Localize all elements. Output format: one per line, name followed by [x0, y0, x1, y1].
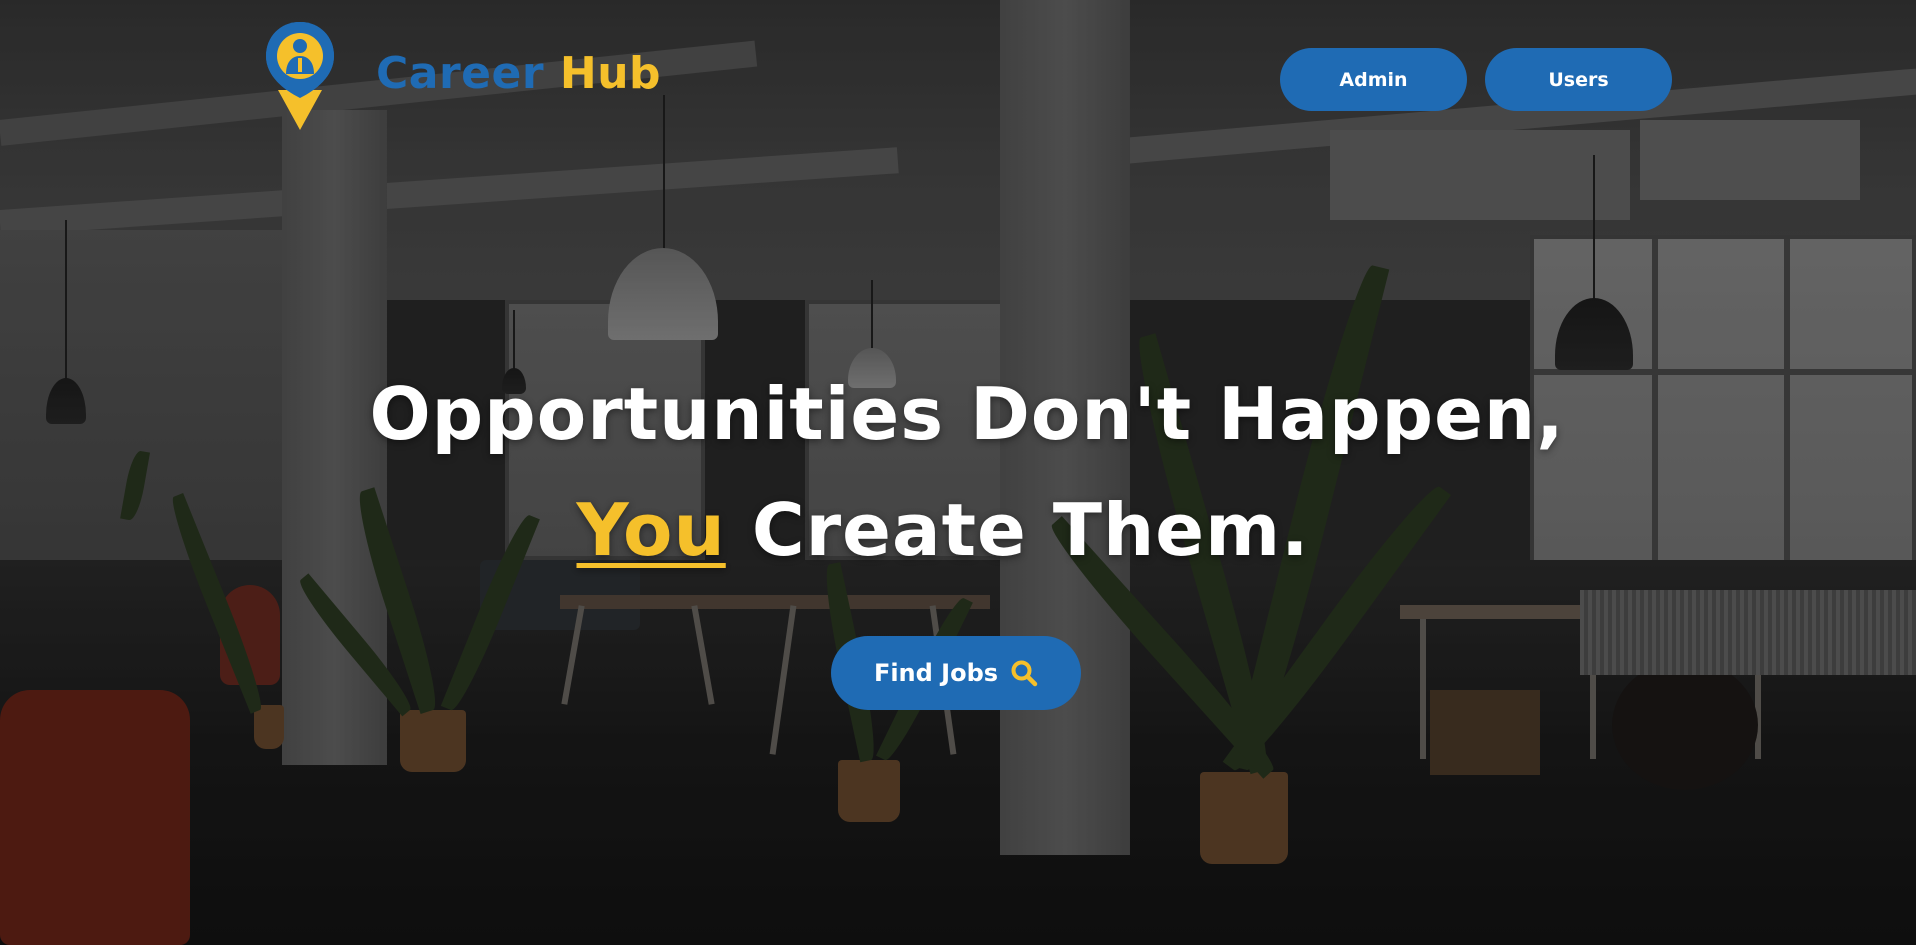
- brand-name-career: Career: [376, 48, 545, 99]
- find-jobs-button[interactable]: Find Jobs: [831, 636, 1081, 710]
- hero-headline-line2: You Create Them.: [0, 494, 1916, 566]
- dark-overlay: [0, 0, 1916, 945]
- career-hub-logo-icon[interactable]: [262, 18, 338, 133]
- users-button[interactable]: Users: [1485, 48, 1672, 111]
- hero-accent-word: You: [576, 488, 726, 572]
- brand-name-hub: Hub: [559, 48, 662, 99]
- search-icon: [1011, 660, 1038, 687]
- hero-headline-rest: Create Them.: [725, 488, 1310, 572]
- find-jobs-label: Find Jobs: [873, 659, 999, 687]
- admin-button[interactable]: Admin: [1280, 48, 1467, 111]
- hero-headline-line1: Opportunities Don't Happen,: [369, 372, 1565, 456]
- brand-name[interactable]: Career Hub: [376, 52, 661, 96]
- background-office-image: [0, 0, 1916, 945]
